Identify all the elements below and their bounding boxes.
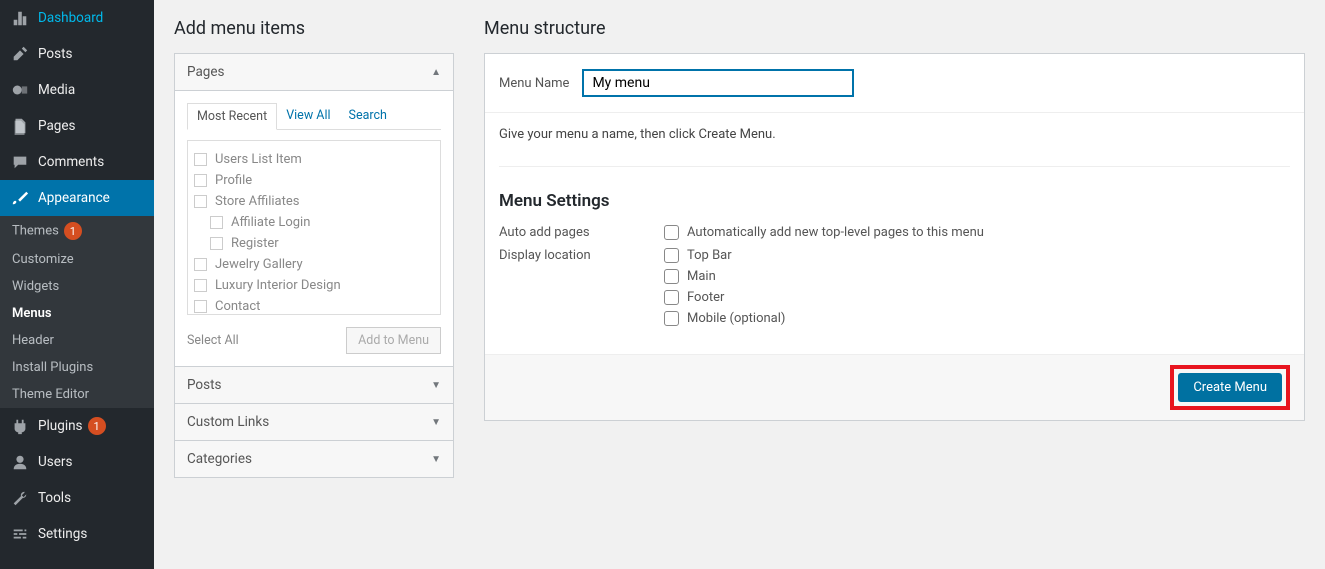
chevron-down-icon: ▼ — [431, 380, 441, 391]
appearance-submenu: Themes1 Customize Widgets Menus Header I… — [0, 216, 154, 408]
menu-structure-column: Menu structure Menu Name Give your menu … — [484, 0, 1305, 478]
structure-title: Menu structure — [484, 18, 1305, 39]
sub-item-theme-editor[interactable]: Theme Editor — [0, 381, 154, 408]
checkbox[interactable] — [194, 258, 207, 271]
checkbox[interactable] — [194, 153, 207, 166]
auto-add-option[interactable]: Automatically add new top-level pages to… — [664, 225, 984, 240]
checkbox[interactable] — [194, 195, 207, 208]
sidebar-label: Media — [38, 82, 75, 98]
media-icon — [10, 80, 30, 100]
sub-item-themes[interactable]: Themes1 — [0, 216, 154, 246]
sidebar-item-plugins[interactable]: Plugins 1 — [0, 408, 154, 444]
display-location-option[interactable]: Footer — [664, 290, 785, 305]
auto-add-label: Auto add pages — [499, 225, 664, 240]
menu-name-input[interactable] — [583, 70, 853, 96]
badge: 1 — [88, 417, 106, 435]
add-items-title: Add menu items — [174, 18, 454, 39]
checkbox[interactable] — [210, 237, 223, 250]
sub-item-customize[interactable]: Customize — [0, 246, 154, 273]
page-list[interactable]: Users List ItemProfileStore AffiliatesAf… — [187, 140, 441, 315]
chevron-down-icon: ▼ — [431, 454, 441, 465]
create-menu-button[interactable]: Create Menu — [1178, 373, 1282, 402]
page-list-item[interactable]: Jewelry Gallery — [192, 254, 436, 275]
select-all-link[interactable]: Select All — [187, 333, 239, 348]
sidebar-item-comments[interactable]: Comments — [0, 144, 154, 180]
chevron-up-icon: ▲ — [431, 67, 441, 78]
sidebar-label: Dashboard — [38, 10, 103, 26]
sidebar-label: Comments — [38, 154, 104, 170]
create-menu-highlight: Create Menu — [1170, 365, 1290, 410]
tab-most-recent[interactable]: Most Recent — [187, 103, 277, 130]
sidebar-item-appearance[interactable]: Appearance — [0, 180, 154, 216]
checkbox[interactable] — [194, 300, 207, 313]
sidebar-label: Posts — [38, 46, 72, 62]
user-icon — [10, 452, 30, 472]
chevron-down-icon: ▼ — [431, 417, 441, 428]
custom-links-accordion-header[interactable]: Custom Links ▼ — [175, 403, 453, 440]
sub-item-install-plugins[interactable]: Install Plugins — [0, 354, 154, 381]
page-list-item[interactable]: Register — [192, 233, 436, 254]
checkbox[interactable] — [664, 290, 679, 305]
posts-accordion-header[interactable]: Posts ▼ — [175, 366, 453, 403]
checkbox[interactable] — [664, 269, 679, 284]
display-location-option[interactable]: Mobile (optional) — [664, 311, 785, 326]
checkbox[interactable] — [664, 248, 679, 263]
menu-name-label: Menu Name — [499, 76, 569, 91]
sidebar-item-users[interactable]: Users — [0, 444, 154, 480]
page-list-item[interactable]: Profile — [192, 170, 436, 191]
instruction-text: Give your menu a name, then click Create… — [499, 127, 1290, 167]
display-location-option[interactable]: Top Bar — [664, 248, 785, 263]
sliders-icon — [10, 524, 30, 544]
pin-icon — [10, 44, 30, 64]
display-location-label: Display location — [499, 248, 664, 326]
page-list-item[interactable]: Luxury Interior Design — [192, 275, 436, 296]
sidebar-label: Tools — [38, 490, 71, 506]
display-location-option[interactable]: Main — [664, 269, 785, 284]
add-to-menu-button[interactable]: Add to Menu — [346, 327, 441, 354]
tab-search[interactable]: Search — [340, 103, 396, 129]
sidebar-label: Plugins — [38, 418, 83, 434]
checkbox[interactable] — [664, 311, 679, 326]
checkbox[interactable] — [664, 225, 679, 240]
sidebar-label: Pages — [38, 118, 76, 134]
sidebar-item-dashboard[interactable]: Dashboard — [0, 0, 154, 36]
sidebar-item-settings[interactable]: Settings — [0, 516, 154, 552]
dashboard-icon — [10, 8, 30, 28]
checkbox[interactable] — [194, 174, 207, 187]
sidebar-item-pages[interactable]: Pages — [0, 108, 154, 144]
admin-sidebar: Dashboard Posts Media Pages Comments App… — [0, 0, 154, 569]
menu-settings-title: Menu Settings — [499, 191, 1290, 211]
pages-accordion: Pages ▲ Most Recent View All Search User… — [174, 53, 454, 478]
checkbox[interactable] — [210, 216, 223, 229]
checkbox[interactable] — [194, 279, 207, 292]
pages-tabs: Most Recent View All Search — [187, 103, 441, 130]
pages-accordion-header[interactable]: Pages ▲ — [175, 54, 453, 91]
sub-item-widgets[interactable]: Widgets — [0, 273, 154, 300]
sidebar-item-tools[interactable]: Tools — [0, 480, 154, 516]
sidebar-label: Users — [38, 454, 72, 470]
tab-view-all[interactable]: View All — [277, 103, 339, 129]
page-list-item[interactable]: Affiliate Login — [192, 212, 436, 233]
sub-item-header[interactable]: Header — [0, 327, 154, 354]
add-menu-items-column: Add menu items Pages ▲ Most Recent View … — [174, 0, 454, 478]
badge: 1 — [64, 222, 82, 240]
brush-icon — [10, 188, 30, 208]
plugin-icon — [10, 416, 30, 436]
page-list-item[interactable]: Users List Item — [192, 149, 436, 170]
sidebar-label: Settings — [38, 526, 87, 542]
categories-accordion-header[interactable]: Categories ▼ — [175, 440, 453, 477]
sub-item-menus[interactable]: Menus — [0, 300, 154, 327]
page-icon — [10, 116, 30, 136]
main-content: Add menu items Pages ▲ Most Recent View … — [154, 0, 1325, 569]
wrench-icon — [10, 488, 30, 508]
comment-icon — [10, 152, 30, 172]
sidebar-item-media[interactable]: Media — [0, 72, 154, 108]
structure-box: Menu Name Give your menu a name, then cl… — [484, 53, 1305, 421]
sidebar-label: Appearance — [38, 190, 110, 206]
sidebar-item-posts[interactable]: Posts — [0, 36, 154, 72]
page-list-item[interactable]: Contact — [192, 296, 436, 315]
page-list-item[interactable]: Store Affiliates — [192, 191, 436, 212]
